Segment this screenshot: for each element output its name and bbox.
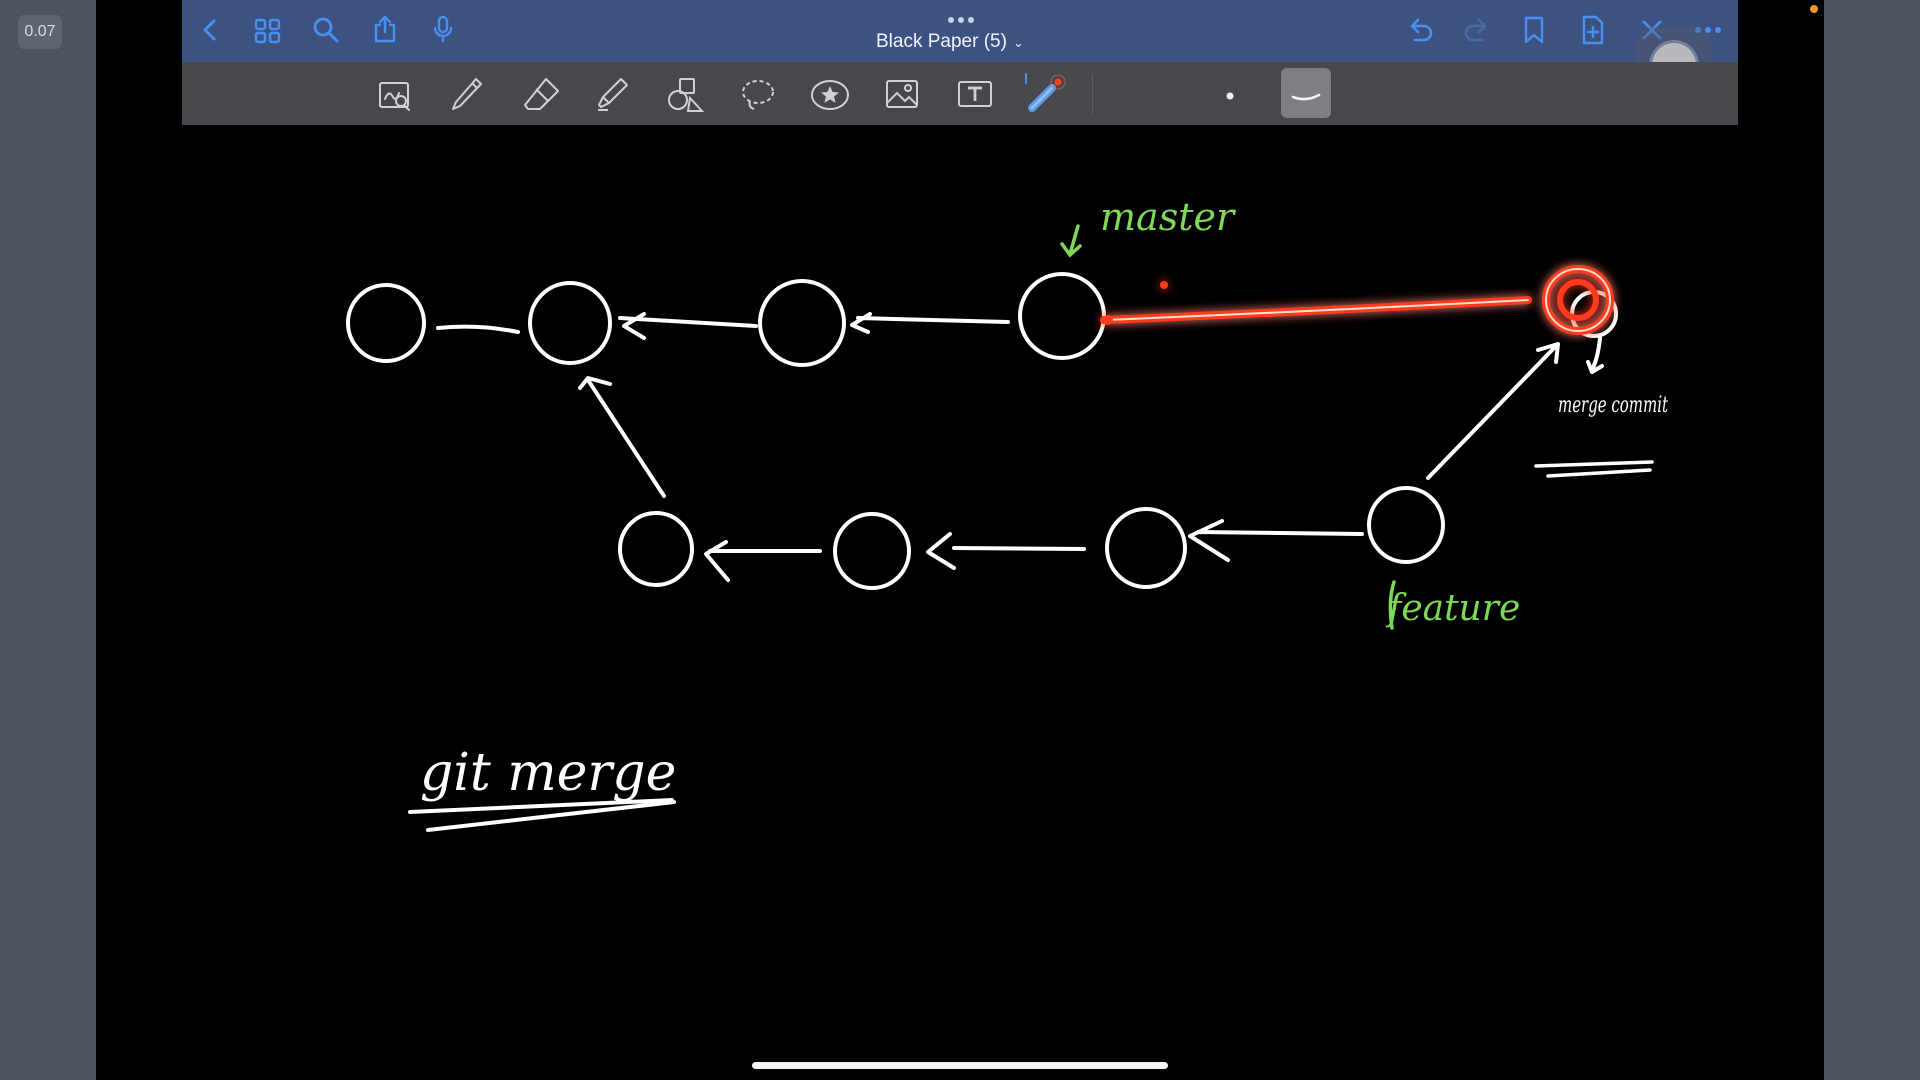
commit-node — [758, 279, 846, 367]
merge-commit-underline — [1534, 460, 1654, 478]
commit-arrow — [1586, 336, 1604, 374]
commit-arrow — [704, 540, 822, 582]
commit-node — [346, 283, 426, 363]
feature-label: feature — [1385, 588, 1520, 629]
master-label: master — [1100, 195, 1237, 239]
commit-arrow — [578, 376, 666, 498]
note-canvas[interactable]: master feature merge commit git merge — [0, 0, 1920, 1080]
commit-arrow — [850, 312, 1010, 334]
commit-node — [1367, 486, 1445, 564]
home-indicator[interactable] — [752, 1062, 1168, 1069]
commit-arrow — [436, 324, 520, 334]
commit-node — [1018, 272, 1106, 360]
commit-node — [1105, 507, 1187, 589]
git-merge-label: git merge — [420, 743, 676, 803]
git-merge-underline — [408, 798, 676, 832]
commit-arrow — [926, 532, 1086, 570]
commit-arrow — [1188, 519, 1364, 562]
commit-arrow — [1426, 342, 1560, 480]
commit-arrow — [618, 312, 758, 340]
master-pointer-arrow — [1060, 224, 1082, 258]
laser-stroke — [1100, 265, 1614, 335]
merge-commit-label: merge commit — [1558, 393, 1668, 418]
commit-node — [833, 512, 911, 590]
commit-node — [528, 281, 612, 365]
commit-node — [618, 511, 694, 587]
